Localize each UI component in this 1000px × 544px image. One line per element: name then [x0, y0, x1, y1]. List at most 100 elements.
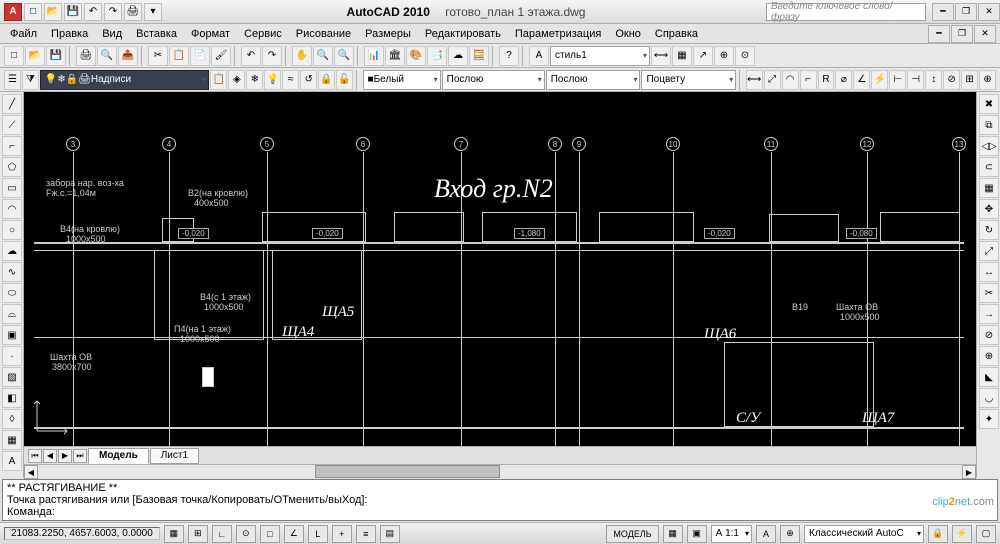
layer-freeze-icon[interactable]: ❄: [246, 70, 263, 90]
scroll-right-icon[interactable]: ▶: [962, 465, 976, 479]
menu-format[interactable]: Формат: [185, 26, 236, 42]
dim-arc-icon[interactable]: ◠: [782, 70, 799, 90]
layer-filter-icon[interactable]: ⧩: [22, 70, 39, 90]
undo-icon[interactable]: ↶: [241, 46, 261, 66]
annot2-icon[interactable]: ⊙: [735, 46, 755, 66]
scale-icon[interactable]: ⤢: [979, 241, 999, 261]
rotate-icon[interactable]: ↻: [979, 220, 999, 240]
dyn-toggle[interactable]: +: [332, 525, 352, 543]
break-icon[interactable]: ⊘: [979, 325, 999, 345]
tool-palette-icon[interactable]: 🎨: [406, 46, 426, 66]
publish-icon[interactable]: 📤: [118, 46, 138, 66]
pan-icon[interactable]: ✋: [292, 46, 312, 66]
color-combo[interactable]: ■ Белый: [363, 70, 441, 90]
lineweight-combo[interactable]: Послою: [546, 70, 641, 90]
tab-first-icon[interactable]: ⏮: [28, 449, 42, 463]
menu-edit[interactable]: Правка: [45, 26, 94, 42]
help-icon[interactable]: ?: [499, 46, 519, 66]
osnap-toggle[interactable]: □: [260, 525, 280, 543]
erase-icon[interactable]: ✖: [979, 94, 999, 114]
menu-insert[interactable]: Вставка: [130, 26, 183, 42]
qat-dropdown-icon[interactable]: ▾: [144, 3, 162, 21]
clean-screen-icon[interactable]: ▢: [976, 525, 996, 543]
menu-draw[interactable]: Рисование: [290, 26, 357, 42]
dim-space-icon[interactable]: ↕: [925, 70, 942, 90]
polyline-icon[interactable]: ⌐: [2, 136, 22, 156]
dim-continue-icon[interactable]: ⊣: [907, 70, 924, 90]
menu-modify[interactable]: Редактировать: [419, 26, 507, 42]
lwt-toggle[interactable]: ≡: [356, 525, 376, 543]
layer-combo[interactable]: 💡❄🔒🖨 Надписи: [40, 70, 210, 90]
dim-diameter-icon[interactable]: ⌀: [835, 70, 852, 90]
otrack-toggle[interactable]: ∠: [284, 525, 304, 543]
annotation-scale[interactable]: А 1:1: [711, 525, 752, 543]
tab-model[interactable]: Модель: [88, 448, 149, 464]
annotation-autoscale-icon[interactable]: ⊕: [780, 525, 800, 543]
center-mark-icon[interactable]: ⊕: [979, 70, 996, 90]
preview-icon[interactable]: 🔍: [97, 46, 117, 66]
markup-icon[interactable]: ☁: [448, 46, 468, 66]
qat-undo-icon[interactable]: ↶: [84, 3, 102, 21]
qat-redo-icon[interactable]: ↷: [104, 3, 122, 21]
layer-lock-icon[interactable]: 🔒: [318, 70, 335, 90]
layer-manager-icon[interactable]: ☰: [4, 70, 21, 90]
spline-icon[interactable]: ∿: [2, 262, 22, 282]
properties-icon[interactable]: 📊: [364, 46, 384, 66]
layer-state-icon[interactable]: 📋: [210, 70, 227, 90]
cut-icon[interactable]: ✂: [148, 46, 168, 66]
region-icon[interactable]: ◊: [2, 409, 22, 429]
dim-radius-icon[interactable]: R: [818, 70, 835, 90]
rectangle-icon[interactable]: ▭: [2, 178, 22, 198]
design-center-icon[interactable]: 🏛: [385, 46, 405, 66]
menu-file[interactable]: Файл: [4, 26, 43, 42]
drawing-canvas[interactable]: 3 4 5 6 7 8 9 10 11 12 13: [24, 92, 976, 446]
copy-icon[interactable]: 📋: [169, 46, 189, 66]
layer-match-icon[interactable]: ≈: [282, 70, 299, 90]
line-icon[interactable]: ╱: [2, 94, 22, 114]
polar-toggle[interactable]: ⊙: [236, 525, 256, 543]
block-icon[interactable]: ▣: [2, 325, 22, 345]
layer-unlock-icon[interactable]: 🔓: [336, 70, 353, 90]
help-search-input[interactable]: Введите ключевое слово/фразу: [766, 3, 926, 21]
maximize-button[interactable]: ❐: [955, 3, 977, 21]
app-menu-button[interactable]: A: [4, 3, 22, 21]
trim-icon[interactable]: ✂: [979, 283, 999, 303]
revcloud-icon[interactable]: ☁: [2, 241, 22, 261]
close-button[interactable]: ✕: [978, 3, 1000, 21]
fillet-icon[interactable]: ◡: [979, 388, 999, 408]
ellipse-icon[interactable]: ⬭: [2, 283, 22, 303]
toolbar-lock-icon[interactable]: 🔒: [928, 525, 948, 543]
arc-icon[interactable]: ◠: [2, 199, 22, 219]
snap-toggle[interactable]: ▦: [164, 525, 184, 543]
dim-angular-icon[interactable]: ∠: [853, 70, 870, 90]
move-icon[interactable]: ✥: [979, 199, 999, 219]
doc-close-button[interactable]: ✕: [974, 25, 996, 43]
open-icon[interactable]: 📂: [25, 46, 45, 66]
table-icon[interactable]: ▦: [672, 46, 692, 66]
qp-toggle[interactable]: ▤: [380, 525, 400, 543]
tab-next-icon[interactable]: ▶: [58, 449, 72, 463]
layer-iso-icon[interactable]: ◈: [228, 70, 245, 90]
circle-icon[interactable]: ○: [2, 220, 22, 240]
extend-icon[interactable]: →: [979, 304, 999, 324]
dim-quick-icon[interactable]: ⚡: [871, 70, 888, 90]
text-style-icon[interactable]: A: [529, 46, 549, 66]
gradient-icon[interactable]: ◧: [2, 388, 22, 408]
qat-save-icon[interactable]: 💾: [64, 3, 82, 21]
text-style-combo[interactable]: стиль1: [550, 46, 650, 66]
plot-icon[interactable]: 🖨: [76, 46, 96, 66]
save-icon[interactable]: 💾: [46, 46, 66, 66]
xline-icon[interactable]: ⟋: [2, 115, 22, 135]
menu-view[interactable]: Вид: [96, 26, 128, 42]
mirror-icon[interactable]: ◁▷: [979, 136, 999, 156]
zoom-prev-icon[interactable]: 🔍: [334, 46, 354, 66]
dim-break-icon[interactable]: ⊘: [943, 70, 960, 90]
polygon-icon[interactable]: ⬠: [2, 157, 22, 177]
ducs-toggle[interactable]: L: [308, 525, 328, 543]
redo-icon[interactable]: ↷: [262, 46, 282, 66]
command-window[interactable]: ** РАСТЯГИВАНИЕ ** Точка растягивания ил…: [2, 479, 998, 521]
copy-obj-icon[interactable]: ⧉: [979, 115, 999, 135]
new-icon[interactable]: □: [4, 46, 24, 66]
join-icon[interactable]: ⊕: [979, 346, 999, 366]
tab-prev-icon[interactable]: ◀: [43, 449, 57, 463]
